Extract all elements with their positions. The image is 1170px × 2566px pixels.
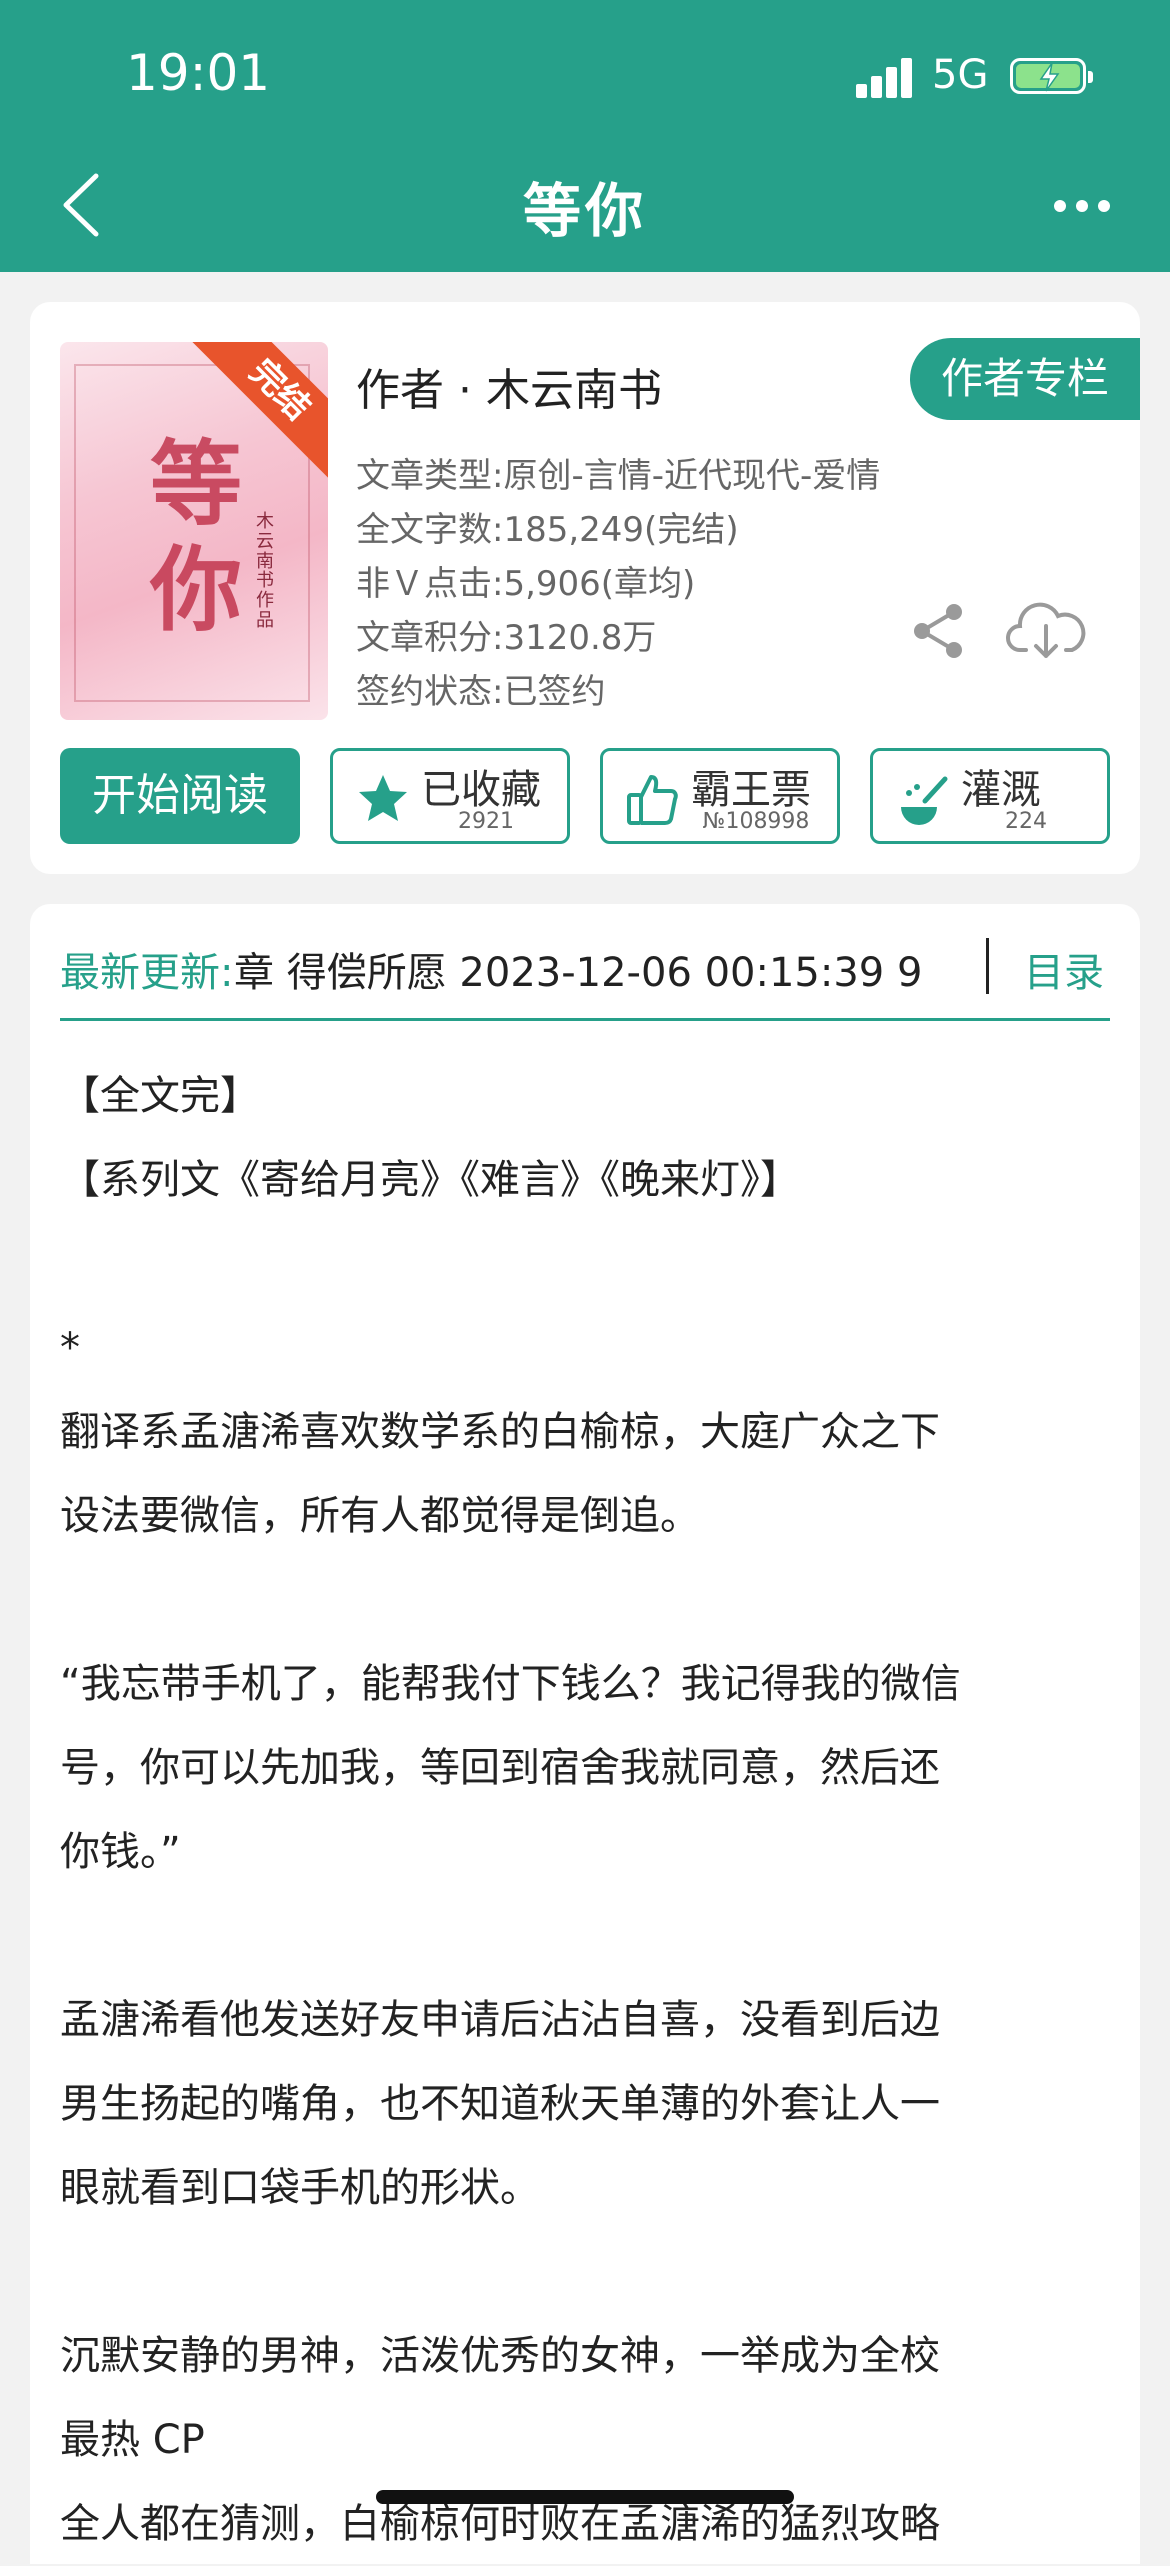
home-indicator[interactable] xyxy=(376,2490,794,2504)
page-title: 等你 xyxy=(522,177,647,245)
toc-link[interactable]: 目录 xyxy=(1024,940,1104,998)
info-type: 文章类型:原创-言情-近代现代-爱情 xyxy=(356,456,881,496)
nutrient-button[interactable]: 灌溉 224 xyxy=(870,748,1110,844)
info-clicks: 非Ｖ点击:5,906(章均) xyxy=(356,564,696,604)
book-info-card: 等你 木云南书作品 完结 作者 · 木云南书 作者专栏 文章类型:原创-言情-近… xyxy=(30,302,1140,874)
intro-line: 孟溏浠看他发送好友申请后沾沾自喜，没看到后边 xyxy=(60,1997,940,2043)
intro-line: * xyxy=(60,1325,80,1371)
thumbs-up-icon xyxy=(625,771,681,827)
download-icon[interactable] xyxy=(1006,600,1086,662)
intro-line: 号，你可以先加我，等回到宿舍我就同意，然后还 xyxy=(60,1745,940,1791)
content-card: 最新更新: 9 章 得偿所愿 2023-12-06 00:15:39 目录 【全… xyxy=(30,904,1140,2564)
star-icon xyxy=(355,771,411,827)
status-time: 19:01 xyxy=(126,44,271,102)
intro-line: 【全文完】 xyxy=(60,1073,260,1119)
network-label: 5G xyxy=(932,52,989,98)
intro-line: 最热 CP xyxy=(60,2417,205,2463)
intro-blank xyxy=(60,2230,1120,2314)
intro-line: 男生扬起的嘴角，也不知道秋天单薄的外套让人一 xyxy=(60,2081,940,2127)
intro-line: 沉默安静的男神，活泼优秀的女神，一举成为全校 xyxy=(60,2333,940,2379)
collect-button[interactable]: 已收藏 2921 xyxy=(330,748,570,844)
share-icon[interactable] xyxy=(910,602,968,660)
signal-icon xyxy=(856,58,914,98)
divider xyxy=(986,938,989,994)
ticket-button[interactable]: 霸王票 №108998 xyxy=(600,748,840,844)
book-cover[interactable]: 等你 木云南书作品 完结 xyxy=(60,342,328,720)
info-wordcount: 全文字数:185,249(完结) xyxy=(356,510,739,550)
battery-icon xyxy=(1010,58,1093,94)
top-bar: 19:01 5G 等你 xyxy=(0,0,1170,272)
intro-line: 翻译系孟溏浠喜欢数学系的白榆椋，大庭广众之下 xyxy=(60,1409,940,1455)
intro-line: “我忘带手机了，能帮我付下钱么？我记得我的微信 xyxy=(60,1661,961,1707)
intro-blank xyxy=(60,1558,1120,1642)
start-reading-button[interactable]: 开始阅读 xyxy=(60,748,300,844)
intro-line: 设法要微信，所有人都觉得是倒追。 xyxy=(60,1493,700,1539)
intro-line: 你钱。” xyxy=(60,1829,181,1875)
info-sign-status: 签约状态:已签约 xyxy=(356,672,606,712)
cover-author-art: 木云南书作品 xyxy=(256,511,274,631)
intro-line: 眼就看到口袋手机的形状。 xyxy=(60,2165,540,2211)
info-score: 文章积分:3120.8万 xyxy=(356,618,657,658)
watering-icon xyxy=(895,771,951,827)
intro-blank xyxy=(60,1894,1120,1978)
more-icon[interactable] xyxy=(1054,196,1114,216)
intro-blank xyxy=(60,1222,1120,1306)
latest-update-marquee[interactable]: 9 章 得偿所愿 2023-12-06 00:15:39 xyxy=(234,940,956,998)
divider-line xyxy=(60,1018,1110,1021)
intro-line: 【系列文《寄给月亮》《难言》《晚来灯》】 xyxy=(60,1157,800,1203)
book-intro: 【全文完】 【系列文《寄给月亮》《难言》《晚来灯》】 * 翻译系孟溏浠喜欢数学系… xyxy=(60,1054,1120,2566)
latest-update-label: 最新更新: xyxy=(60,950,234,996)
author-name[interactable]: 作者 · 木云南书 xyxy=(356,354,662,418)
author-column-button[interactable]: 作者专栏 xyxy=(910,338,1140,420)
cover-title-art: 等你 xyxy=(150,430,243,644)
